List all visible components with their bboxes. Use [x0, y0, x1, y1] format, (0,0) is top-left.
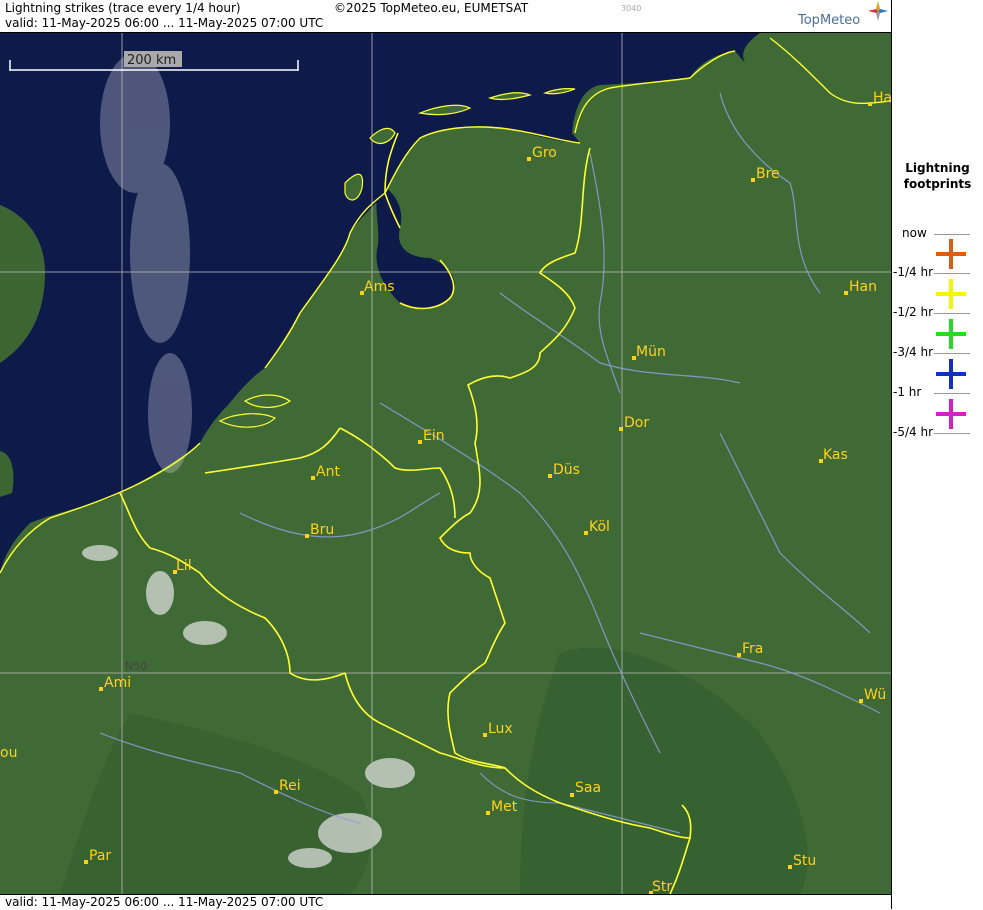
city-label-dus: Düs [553, 462, 580, 478]
lightning-cross-icon-half [936, 319, 966, 349]
legend-title-line1: Lightning [905, 161, 970, 175]
lightning-cross-icon-quarter [936, 279, 966, 309]
city-label-lil: Lil [176, 558, 192, 574]
legend-title: Lightning footprints [892, 160, 983, 192]
product-code: 3040 [621, 4, 642, 13]
city-label-ou: ou [0, 745, 17, 761]
city-label-gro: Gro [532, 145, 557, 161]
city-label-ami: Ami [104, 675, 131, 691]
legend-divider [934, 353, 970, 354]
city-label-lux: Lux [488, 721, 513, 737]
city-label-saa: Saa [575, 780, 601, 796]
footer-validity-period: valid: 11-May-2025 06:00 ... 11-May-2025… [5, 895, 324, 909]
legend-label-three-quarter: -3/4 hr [893, 345, 933, 359]
map-title: Lightning strikes (trace every 1/4 hour) [5, 1, 241, 15]
lightning-cross-icon-three-quarter [936, 359, 966, 389]
city-label-rei: Rei [279, 778, 301, 794]
city-label-str: Str [652, 879, 672, 894]
city-label-kol: Köl [589, 519, 610, 535]
lightning-cross-icon-now [936, 239, 966, 269]
legend-label-now: now [902, 226, 927, 240]
legend-label-half: -1/2 hr [893, 305, 933, 319]
map-header: Lightning strikes (trace every 1/4 hour)… [0, 0, 891, 33]
legend-divider [934, 234, 970, 235]
city-label-ant: Ant [316, 464, 340, 480]
city-label-mun: Mün [636, 344, 666, 360]
city-label-stu: Stu [793, 853, 816, 869]
legend-label-one-hour: -1 hr [893, 385, 922, 399]
scale-label: 200 km [127, 53, 176, 68]
legend-divider [934, 393, 970, 394]
city-label-bre: Bre [756, 166, 780, 182]
lightning-cross-icon-one-hour [936, 399, 966, 429]
legend-divider [934, 433, 970, 434]
legend-panel: Lightning footprints now -1/4 hr -1/2 hr… [892, 0, 983, 909]
copyright-notice: ©2025 TopMeteo.eu, EUMETSAT [334, 1, 529, 15]
map-footer: valid: 11-May-2025 06:00 ... 11-May-2025… [0, 894, 891, 910]
legend-label-quarter: -1/4 hr [893, 265, 933, 279]
legend-label-five-quarter: -5/4 hr [893, 425, 933, 439]
legend-title-line2: footprints [903, 177, 972, 191]
compass-star-icon [868, 1, 888, 21]
city-label-kas: Kas [823, 447, 848, 463]
city-label-wu: Wü [864, 687, 886, 703]
city-label-fra: Fra [742, 641, 763, 657]
legend-divider [934, 273, 970, 274]
city-label-met: Met [491, 799, 518, 815]
city-label-han: Han [849, 279, 877, 295]
city-label-par: Par [89, 848, 111, 864]
city-label-ein: Ein [423, 428, 445, 444]
city-label-dor: Dor [624, 415, 649, 431]
latitude-label: N50 [125, 660, 147, 673]
city-label-bru: Bru [310, 522, 334, 538]
brand-logo-text[interactable]: TopMeteo [798, 13, 860, 28]
city-label-ams: Ams [364, 279, 395, 295]
legend-divider [934, 313, 970, 314]
satellite-map[interactable]: 200 km N50 Gro Bre Ha Ams Han Mün Dor Ei… [0, 33, 891, 894]
validity-period: valid: 11-May-2025 06:00 ... 11-May-2025… [5, 16, 324, 30]
city-label-ha: Ha [873, 90, 891, 106]
